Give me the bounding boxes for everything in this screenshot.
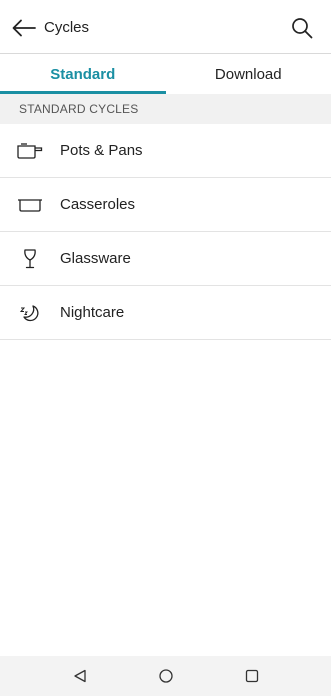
- list-item-glassware[interactable]: Glassware: [0, 232, 331, 286]
- casserole-icon: [17, 194, 43, 216]
- pot-icon: [17, 140, 43, 162]
- wine-glass-icon: [17, 248, 43, 270]
- cycle-label: Casseroles: [60, 196, 136, 213]
- cycle-label: Nightcare: [60, 304, 125, 321]
- tab-download[interactable]: Download: [166, 54, 331, 94]
- section-header: STANDARD CYCLES: [0, 94, 331, 124]
- nav-back-icon: [74, 669, 86, 683]
- app-header: Cycles: [0, 0, 331, 54]
- cycle-list: Pots & Pans Casseroles Glassware Nightca…: [0, 124, 331, 340]
- page-title: Cycles: [44, 19, 90, 36]
- nav-home-icon: [159, 669, 173, 683]
- app-screen: Cycles Standard Download STANDARD CYCLES…: [0, 0, 331, 696]
- nav-recent-button[interactable]: [238, 662, 266, 690]
- arrow-left-icon: [12, 19, 36, 37]
- list-item-nightcare[interactable]: Nightcare: [0, 286, 331, 340]
- list-item-pots-pans[interactable]: Pots & Pans: [0, 124, 331, 178]
- nav-recent-icon: [245, 669, 259, 683]
- search-icon: [292, 18, 313, 39]
- cycle-label: Glassware: [60, 250, 131, 267]
- tab-bar: Standard Download: [0, 54, 331, 94]
- list-item-casseroles[interactable]: Casseroles: [0, 178, 331, 232]
- moon-sleep-icon: [17, 302, 43, 324]
- cycle-label: Pots & Pans: [60, 142, 143, 159]
- nav-home-button[interactable]: [152, 662, 180, 690]
- search-button[interactable]: [289, 15, 315, 41]
- tab-standard[interactable]: Standard: [0, 54, 166, 94]
- nav-back-button[interactable]: [66, 662, 94, 690]
- back-button[interactable]: [10, 15, 38, 41]
- system-nav-bar: [0, 656, 331, 696]
